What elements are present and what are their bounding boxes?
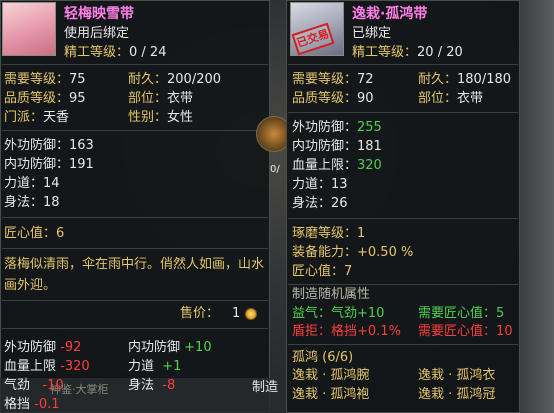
random-attr-1-req: 需要匠心值：5 (418, 306, 505, 321)
divider (288, 218, 518, 219)
set-item: 逸栽 · 孤鸿袍 (292, 387, 370, 402)
agility-left: 身法：18 (4, 195, 60, 210)
req-level-right: 需要等级：72 (292, 72, 374, 87)
strength-right: 力道：13 (292, 177, 348, 192)
quality-right: 品质等级：90 (292, 91, 374, 106)
random-attr-title: 制造随机属性 (292, 287, 371, 302)
set-title: 孤鸿 (6/6) (292, 350, 354, 365)
sect-left: 门派：天香 (4, 110, 70, 125)
bind-status-left: 使用后绑定 (64, 26, 130, 41)
item-name-right: 逸栽·孤鸿带 (352, 6, 428, 22)
divider (288, 344, 518, 345)
divider (2, 217, 268, 218)
divider (2, 64, 268, 65)
set-item: 逸栽 · 孤鸿腕 (292, 368, 370, 383)
background-ui-strip (520, 0, 554, 413)
item-description-left: 落梅似清雨，伞在雨中行。俏然人如画，山水画外迎。 (4, 257, 265, 293)
inner-defense-right: 内功防御：181 (292, 139, 382, 154)
price-label: 售价： (180, 306, 220, 321)
divider (2, 300, 268, 301)
diff-hp: 血量上限 -320 (4, 359, 90, 374)
slot-caption: 0/ (270, 164, 280, 175)
durability-right: 耐久：180/180 (418, 72, 512, 87)
outer-defense-left: 外功防御：163 (4, 138, 94, 153)
random-attr-2: 盾拒：格挡+0.1% (292, 324, 401, 339)
strength-left: 力道：14 (4, 176, 60, 191)
refine-level-right: 精工等级：20 / 20 (352, 45, 463, 60)
diff-block: 格挡 -0.1 (4, 397, 60, 412)
item-name-left: 轻梅映雪带 (64, 6, 134, 22)
equip-ability-right: 装备能力：+0.50 % (292, 245, 414, 260)
item-portrait-left (2, 2, 56, 56)
hp-right: 血量上限：320 (292, 158, 382, 173)
diff-strength: 力道 +1 (128, 359, 182, 374)
diff-outer-defense: 外功防御 -92 (4, 340, 82, 355)
refine-level-left: 精工等级：0 / 24 (64, 45, 167, 60)
inner-defense-left: 内功防御：191 (4, 157, 94, 172)
divider (2, 130, 268, 131)
divider (288, 64, 518, 65)
craft-value-left: 匠心值：6 (4, 226, 65, 241)
coin-icon (245, 308, 257, 320)
craft-value-right: 匠心值：7 (292, 264, 353, 279)
bind-status-right: 已绑定 (352, 26, 392, 41)
req-level-left: 需要等级：75 (4, 72, 86, 87)
quality-left: 品质等级：95 (4, 91, 86, 106)
divider (2, 328, 268, 329)
diff-inner-defense: 内功防御 +10 (128, 340, 212, 355)
set-item: 逸栽 · 孤鸿衣 (418, 368, 496, 383)
diff-qi: 气劲 -10 (4, 378, 64, 393)
gender-left: 性别：女性 (128, 110, 194, 125)
diff-agility: 身法 -8 (128, 378, 176, 393)
divider (288, 112, 518, 113)
random-attr-2-req: 需要匠心值：10 (418, 324, 513, 339)
set-item: 逸栽 · 孤鸿冠 (418, 387, 496, 402)
outer-defense-right: 外功防御：255 (292, 120, 382, 135)
agility-right: 身法：26 (292, 196, 348, 211)
polish-level-right: 琢磨等级：1 (292, 226, 366, 241)
durability-left: 耐久：200/200 (128, 72, 222, 87)
slot-left: 部位：衣带 (128, 91, 194, 106)
craft-tab[interactable]: 制造 (252, 378, 278, 398)
price-value: 1 (232, 306, 241, 321)
slot-right: 部位：衣带 (418, 91, 484, 106)
divider (2, 248, 268, 249)
random-attr-1: 益气：气劲+10 (292, 306, 385, 321)
